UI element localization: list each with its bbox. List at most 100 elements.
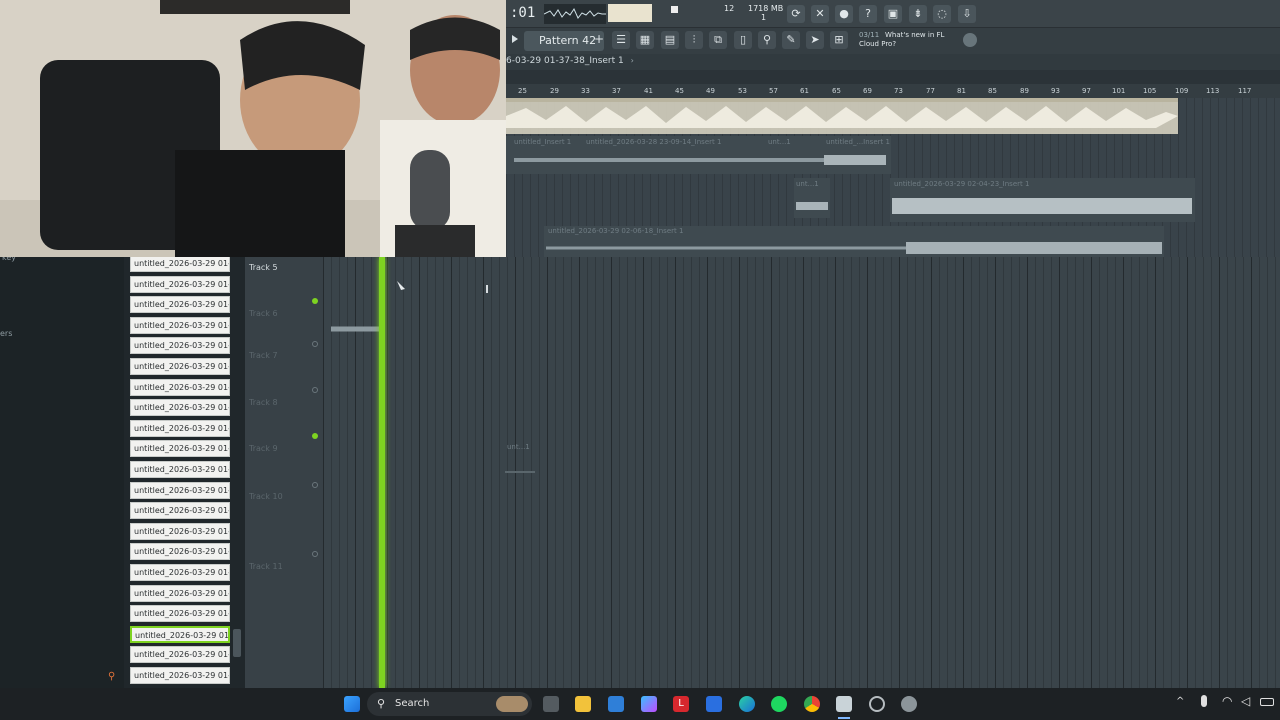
track-mute-led[interactable] — [312, 298, 318, 304]
loop-icon[interactable]: ⟳ — [787, 5, 805, 23]
download-icon[interactable]: ⇩ — [958, 5, 976, 23]
browser-file-item[interactable]: untitled_2026-03-29 01-... — [130, 296, 230, 314]
track-name[interactable]: Track 8 — [249, 398, 278, 407]
browser-tree-label[interactable]: ers — [0, 329, 12, 338]
chrome-icon[interactable] — [804, 696, 820, 712]
clip-label[interactable]: unt...1 — [796, 180, 819, 188]
export-icon[interactable]: ⇟ — [909, 5, 927, 23]
mixer-icon[interactable]: ⫶ — [685, 31, 703, 49]
browser-file-item[interactable]: untitled_2026-03-29 01-... — [130, 440, 230, 458]
tools-icon[interactable]: ✕ — [811, 5, 829, 23]
track-name[interactable]: Track 11 — [249, 562, 283, 571]
track-mute-led[interactable] — [312, 433, 318, 439]
track-name[interactable]: Track 10 — [249, 492, 283, 501]
app-a-icon[interactable] — [706, 696, 722, 712]
browser-file-item[interactable]: untitled_2026-03-29 01-... — [130, 667, 230, 684]
track-name[interactable]: Track 6 — [249, 309, 278, 318]
browser-file-item[interactable]: untitled_2026-03-29 01-... — [130, 522, 230, 540]
browser-file-item[interactable]: untitled_2026-03-29 01-... — [130, 255, 230, 272]
browser-file-item[interactable]: untitled_2026-03-29 01-... — [130, 419, 230, 437]
clip-label[interactable]: untitled_...Insert 1 — [826, 138, 890, 146]
clip-label[interactable]: unt...1 — [768, 138, 791, 146]
record-indicator[interactable] — [671, 6, 678, 13]
browser-scrollbar[interactable] — [233, 629, 241, 657]
oscilloscope — [543, 4, 606, 24]
browser-file-item[interactable]: untitled_2026-03-29 01-... — [130, 358, 230, 375]
track-mute-led[interactable] — [312, 387, 318, 393]
clip-label[interactable]: untitled_Insert 1 — [514, 138, 571, 146]
settings-icon[interactable] — [901, 696, 917, 712]
pattern-selector[interactable]: Pattern 42 — [524, 31, 604, 51]
browser-file-item[interactable]: untitled_2026-03-29 01-... — [130, 605, 230, 623]
piano-roll-icon[interactable]: ▦ — [636, 31, 654, 49]
save-icon[interactable]: ▣ — [884, 5, 902, 23]
playlist-icon[interactable]: ☰ — [612, 31, 630, 49]
playlist-grid[interactable]: unt...1 — [323, 257, 1280, 688]
browser-file-item[interactable]: untitled_2026-03-29 01-... — [130, 275, 230, 293]
browser-file-item[interactable]: untitled_2026-03-29 01-... — [130, 378, 230, 396]
microphone-icon[interactable]: ● — [835, 5, 853, 23]
wifi-icon[interactable]: ◠ — [1222, 694, 1232, 708]
browser-file-item[interactable]: untitled_2026-03-29 01-... — [130, 399, 230, 417]
task-view-icon[interactable] — [543, 696, 559, 712]
spotify-icon[interactable] — [771, 696, 787, 712]
browser-file-item[interactable]: untitled_2026-03-29 01-... — [130, 502, 230, 520]
app-circle-icon[interactable] — [869, 696, 885, 712]
clip-label[interactable]: unt...1 — [507, 443, 530, 451]
browser-file-item[interactable]: untitled_2026-03-29 01-... — [130, 625, 230, 643]
ruler-tick: 53 — [738, 87, 747, 95]
touch-icon[interactable]: ✎ — [782, 31, 800, 49]
ruler-tick: 57 — [769, 87, 778, 95]
store-icon[interactable] — [608, 696, 624, 712]
chat-icon[interactable]: ◌ — [933, 5, 951, 23]
windows-start-icon[interactable] — [344, 696, 360, 712]
track-name[interactable]: Track 7 — [249, 351, 278, 360]
browser-file-item[interactable]: untitled_2026-03-29 01-... — [130, 337, 230, 355]
marketplace-icon[interactable]: ➤ — [806, 31, 824, 49]
path-arrow-icon: › — [630, 56, 634, 65]
fl-toolbar-secondary: Pattern 42 + ☰ ▦ ▤ ⫶ ⧉ ▯ ⚲ ✎ ➤ ⊞ 03/11 W… — [506, 28, 1280, 54]
browser-file-item[interactable]: untitled_2026-03-29 01-... — [130, 646, 230, 664]
play-arrow-icon[interactable] — [512, 35, 518, 43]
plugin-db-icon[interactable]: ⚲ — [758, 31, 776, 49]
volume-icon[interactable]: ◁ — [1241, 694, 1250, 708]
file-explorer-icon[interactable] — [575, 696, 591, 712]
browser-file-item[interactable]: untitled_2026-03-29 01-... — [130, 584, 230, 602]
playhead[interactable] — [379, 257, 385, 688]
channel-rack-icon[interactable]: ▤ — [661, 31, 679, 49]
browser-file-item[interactable]: untitled_2026-03-29 01-... — [130, 481, 230, 499]
app-l-icon[interactable]: L — [673, 696, 689, 712]
playlist-upper-area[interactable]: untitled_Insert 1 untitled_2026-03-28 23… — [506, 98, 1280, 258]
browser-file-item[interactable]: untitled_2026-03-29 01-... — [130, 461, 230, 478]
fl-studio-icon[interactable] — [836, 696, 852, 712]
track-mute-led[interactable] — [312, 482, 318, 488]
help-icon[interactable]: ? — [859, 5, 877, 23]
clip-label[interactable]: untitled_2026-03-29 02-06-18_Insert 1 — [548, 227, 683, 235]
chevron-up-icon[interactable]: ^ — [1176, 696, 1184, 707]
track-mute-led[interactable] — [312, 551, 318, 557]
browser-file-item[interactable]: untitled_2026-03-29 01-... — [130, 543, 230, 561]
timeline-ruler[interactable]: 25 29 33 37 41 45 49 53 57 61 65 69 73 7… — [506, 84, 1280, 98]
news-icon[interactable] — [963, 33, 977, 47]
browser-icon[interactable]: ⧉ — [709, 31, 727, 49]
news-text[interactable]: What's new in FL Cloud Pro? — [859, 31, 959, 49]
add-pattern-icon[interactable]: + — [594, 32, 604, 46]
plugin-icon[interactable]: ▯ — [734, 31, 752, 49]
track-name[interactable]: Track 5 — [249, 263, 278, 272]
taskbar-search[interactable]: ⚲ Search — [367, 692, 532, 716]
cart-icon[interactable]: ⊞ — [830, 31, 848, 49]
ruler-tick: 117 — [1238, 87, 1252, 95]
browser-search-icon[interactable]: ⚲ — [108, 671, 115, 682]
browser-file-item[interactable]: untitled_2026-03-29 01-... — [130, 316, 230, 334]
browser-file-item[interactable]: untitled_2026-03-29 01-... — [130, 564, 230, 581]
track-headers: Track 5 Track 6 Track 7 Track 8 Track 9 … — [245, 257, 323, 688]
edge-icon[interactable] — [739, 696, 755, 712]
microphone-icon[interactable] — [1201, 695, 1207, 707]
copilot-icon[interactable] — [641, 696, 657, 712]
track-name[interactable]: Track 9 — [249, 444, 278, 453]
battery-icon[interactable] — [1260, 698, 1274, 706]
ruler-tick: 69 — [863, 87, 872, 95]
clip-label[interactable]: untitled_2026-03-29 02-04-23_Insert 1 — [894, 180, 1029, 188]
clip-label[interactable]: untitled_2026-03-28 23-09-14_Insert 1 — [586, 138, 721, 146]
track-mute-led[interactable] — [312, 341, 318, 347]
